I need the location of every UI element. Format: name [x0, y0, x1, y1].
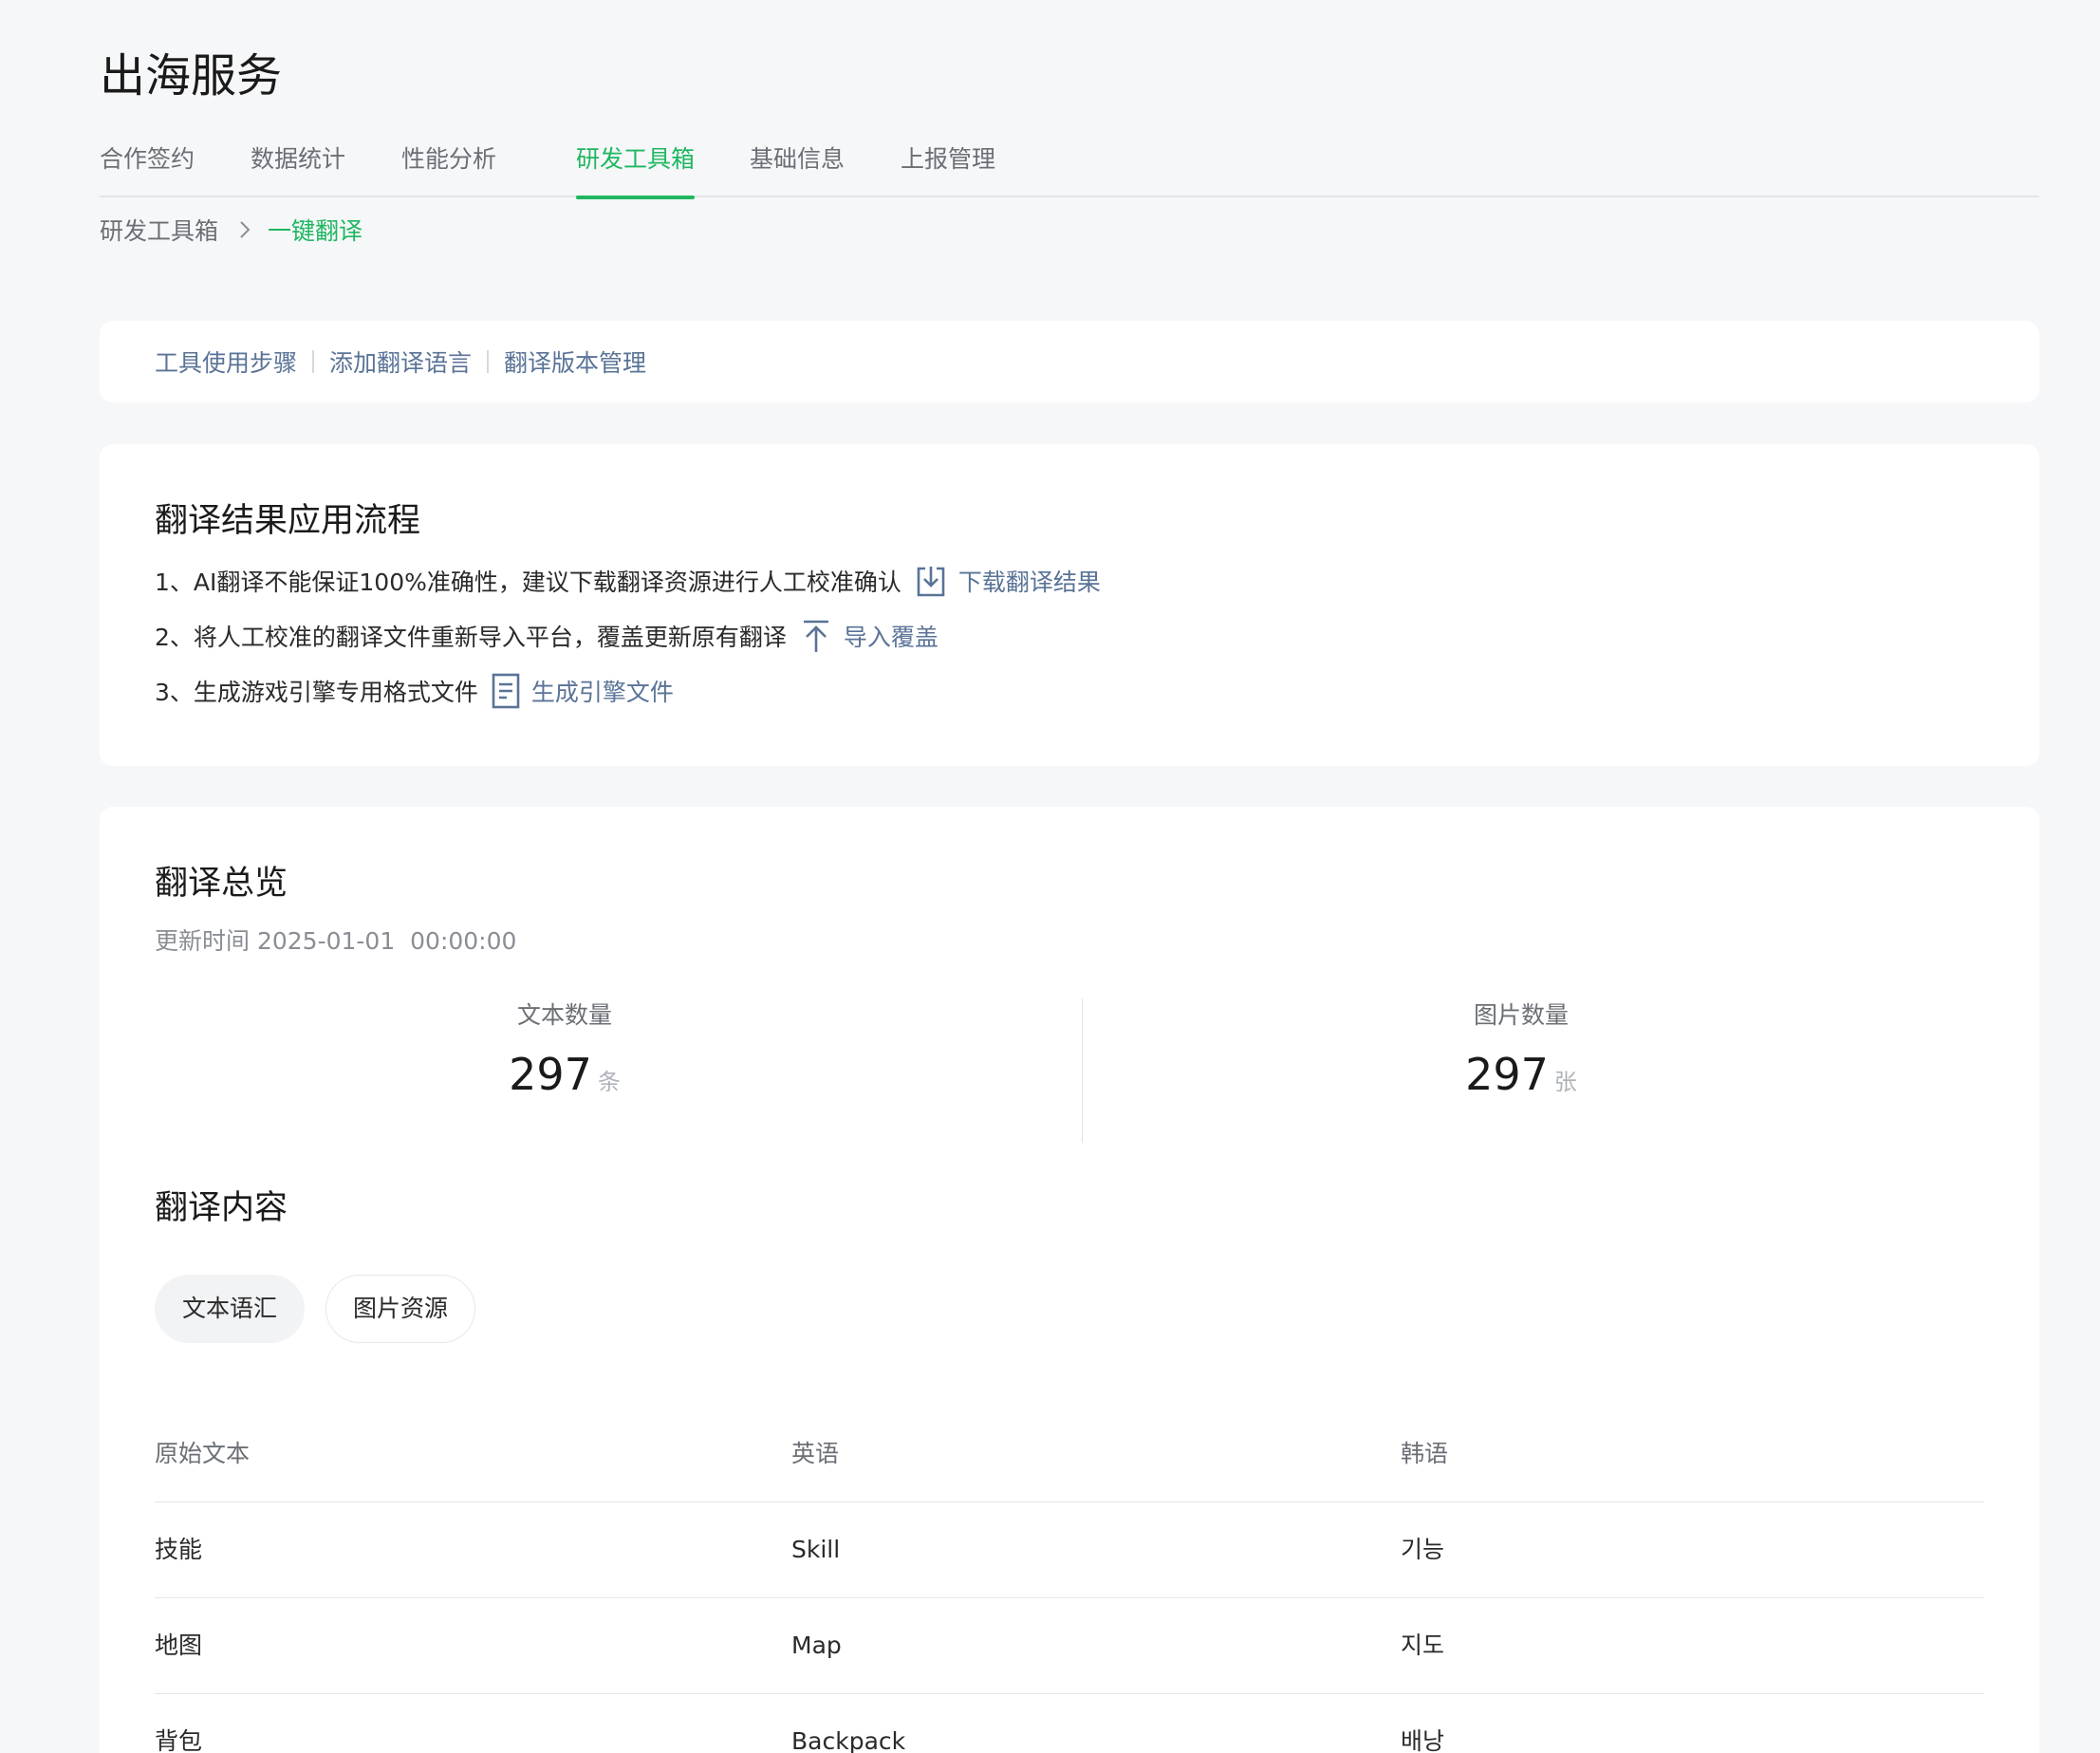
download-icon[interactable] — [915, 563, 947, 599]
flow-card: 翻译结果应用流程 1、AI翻译不能保证100%准确性，建议下载翻译资源进行人工校… — [100, 444, 2039, 766]
stat-text-count: 文本数量 297 条 — [100, 997, 1030, 1111]
tool-nav-add-language[interactable]: 添加翻译语言 — [329, 345, 472, 379]
tab-cooperation[interactable]: 合作签约 — [100, 139, 195, 197]
breadcrumb-root[interactable]: 研发工具箱 — [100, 213, 218, 247]
nav-divider — [312, 350, 315, 373]
upload-icon[interactable] — [800, 618, 832, 654]
header-english: 英语 — [791, 1440, 840, 1467]
stat-label: 文本数量 — [516, 1001, 612, 1029]
nav-divider — [487, 350, 490, 373]
cell-korean: 배낭 — [1401, 1727, 1445, 1753]
pill-text-vocabulary[interactable]: 文本语汇 — [155, 1275, 305, 1343]
stat-label: 图片数量 — [1473, 1001, 1569, 1029]
table-header: 原始文本 英语 韩语 — [155, 1407, 1984, 1502]
header-korean: 韩语 — [1401, 1440, 1449, 1467]
download-result-link[interactable]: 下载翻译结果 — [958, 564, 1101, 598]
cell-english: Map — [791, 1632, 842, 1659]
update-time: 更新时间 2025-01-01 00:00:00 — [155, 927, 517, 955]
flow-step-3: 3、生成游戏引擎专用格式文件 生成引擎文件 — [155, 672, 674, 710]
flow-step-text: 3、生成游戏引擎专用格式文件 — [155, 679, 478, 706]
tab-dev-toolbox[interactable]: 研发工具箱 — [576, 139, 696, 199]
table-row: 地图 Map 지도 — [155, 1598, 1984, 1694]
stat-unit: 条 — [597, 1069, 621, 1095]
import-overwrite-link[interactable]: 导入覆盖 — [844, 619, 938, 653]
translation-table: 原始文本 英语 韩语 技能 Skill 기능 地图 Map 지도 背包 Back… — [155, 1407, 1984, 1753]
page-title: 出海服务 — [100, 49, 283, 103]
stat-image-count: 图片数量 297 张 — [1056, 997, 1986, 1111]
tool-nav-card: 工具使用步骤 添加翻译语言 翻译版本管理 — [100, 321, 2039, 402]
cell-english: Skill — [791, 1536, 841, 1563]
tab-report-management[interactable]: 上报管理 — [901, 139, 995, 197]
table-row: 背包 Backpack 배낭 — [155, 1694, 1984, 1753]
tool-nav-version-management[interactable]: 翻译版本管理 — [504, 345, 646, 379]
pill-image-resources[interactable]: 图片资源 — [325, 1275, 475, 1343]
flow-title: 翻译结果应用流程 — [155, 502, 421, 540]
chevron-right-icon — [239, 220, 251, 239]
stat-unit: 张 — [1553, 1069, 1577, 1095]
tab-data-statistics[interactable]: 数据统计 — [251, 139, 345, 197]
cell-original: 技能 — [155, 1536, 203, 1563]
tool-nav-steps[interactable]: 工具使用步骤 — [155, 345, 297, 379]
stat-value: 297 — [509, 1049, 592, 1100]
cell-original: 地图 — [155, 1632, 203, 1659]
tab-basic-info[interactable]: 基础信息 — [750, 139, 845, 197]
overview-card: 翻译总览 更新时间 2025-01-01 00:00:00 文本数量 297 条 … — [100, 807, 2039, 1753]
breadcrumb: 研发工具箱 一键翻译 — [100, 211, 362, 249]
content-title: 翻译内容 — [155, 1189, 288, 1227]
flow-step-2: 2、将人工校准的翻译文件重新导入平台，覆盖更新原有翻译 导入覆盖 — [155, 617, 938, 655]
header-original-text: 原始文本 — [155, 1440, 251, 1467]
main-tabs: 合作签约 数据统计 性能分析 研发工具箱 基础信息 上报管理 — [100, 139, 2039, 199]
table-row: 技能 Skill 기능 — [155, 1502, 1984, 1598]
tab-performance[interactable]: 性能分析 — [401, 139, 496, 197]
flow-step-text: 2、将人工校准的翻译文件重新导入平台，覆盖更新原有翻译 — [155, 624, 787, 651]
tool-nav: 工具使用步骤 添加翻译语言 翻译版本管理 — [155, 321, 646, 402]
overview-title: 翻译总览 — [155, 865, 288, 903]
breadcrumb-current: 一键翻译 — [268, 217, 363, 245]
cell-english: Backpack — [791, 1727, 906, 1753]
cell-original: 背包 — [155, 1727, 203, 1753]
stat-value: 297 — [1465, 1049, 1549, 1100]
flow-step-1: 1、AI翻译不能保证100%准确性，建议下载翻译资源进行人工校准确认 下载翻译结… — [155, 562, 1101, 600]
generate-engine-file-link[interactable]: 生成引擎文件 — [531, 674, 674, 708]
cell-korean: 기능 — [1401, 1536, 1445, 1563]
cell-korean: 지도 — [1401, 1632, 1445, 1659]
page: 出海服务 合作签约 数据统计 性能分析 研发工具箱 基础信息 上报管理 研发工具… — [0, 0, 2100, 1753]
document-icon[interactable] — [492, 673, 520, 709]
flow-step-text: 1、AI翻译不能保证100%准确性，建议下载翻译资源进行人工校准确认 — [155, 569, 901, 596]
